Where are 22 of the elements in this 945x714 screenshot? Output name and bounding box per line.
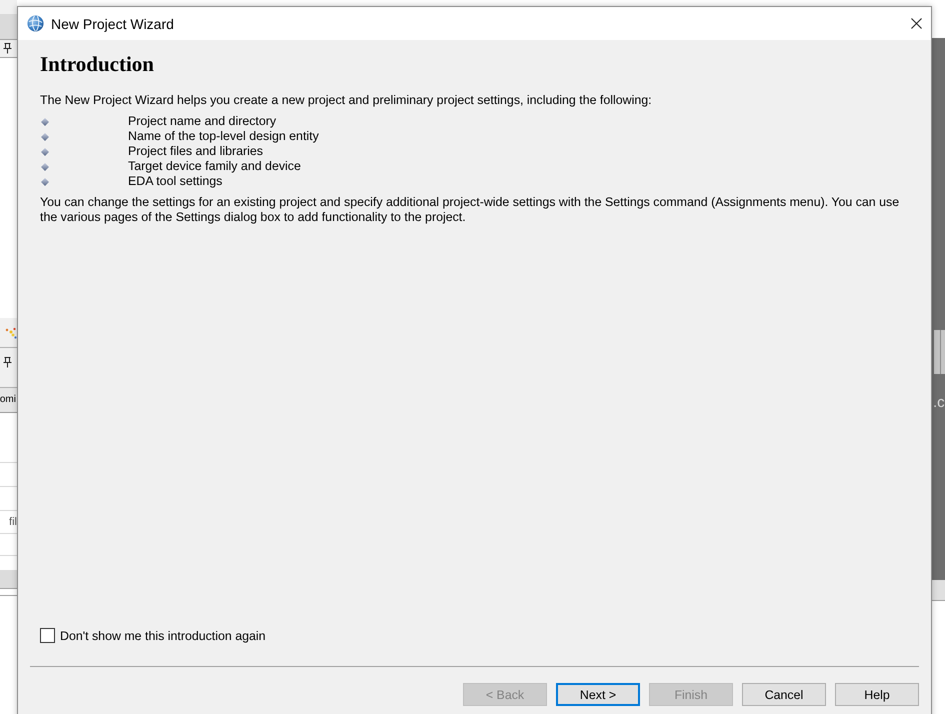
list-item-text: Target device family and device: [128, 159, 301, 174]
pin-icon[interactable]: [3, 357, 12, 368]
background-tab[interactable]: omi: [0, 388, 17, 413]
list-item-text: Name of the top-level design entity: [128, 129, 319, 144]
dialog-button[interactable]: Help: [835, 683, 919, 706]
background-text: fil: [9, 516, 17, 528]
close-icon[interactable]: [911, 18, 922, 29]
globe-icon: [27, 15, 44, 32]
sparkle-icon[interactable]: [5, 326, 17, 338]
list-item-text: EDA tool settings: [128, 174, 222, 189]
page-heading: Introduction: [40, 52, 154, 76]
checkbox-label[interactable]: Don't show me this introduction again: [60, 628, 266, 642]
background-text: .c: [933, 394, 945, 411]
intro-text: The New Project Wizard helps you create a new project and preliminary project settings, including the following:: [40, 93, 653, 108]
checkbox[interactable]: [40, 628, 55, 643]
window-title: New Project Wizard: [51, 16, 174, 32]
dialog-button[interactable]: Next >: [556, 683, 640, 706]
note-text: You can change the settings for an existing project and specify additional project-wide settings with the Settings command (Assignments menu). You can use the various pages of the Settings dialog box to add functionality to the project.: [40, 195, 900, 225]
list-item-text: Project files and libraries: [128, 144, 263, 159]
pin-icon[interactable]: [3, 43, 12, 54]
list-item-text: Project name and directory: [128, 114, 276, 129]
dialog-button[interactable]: Cancel: [742, 683, 826, 706]
